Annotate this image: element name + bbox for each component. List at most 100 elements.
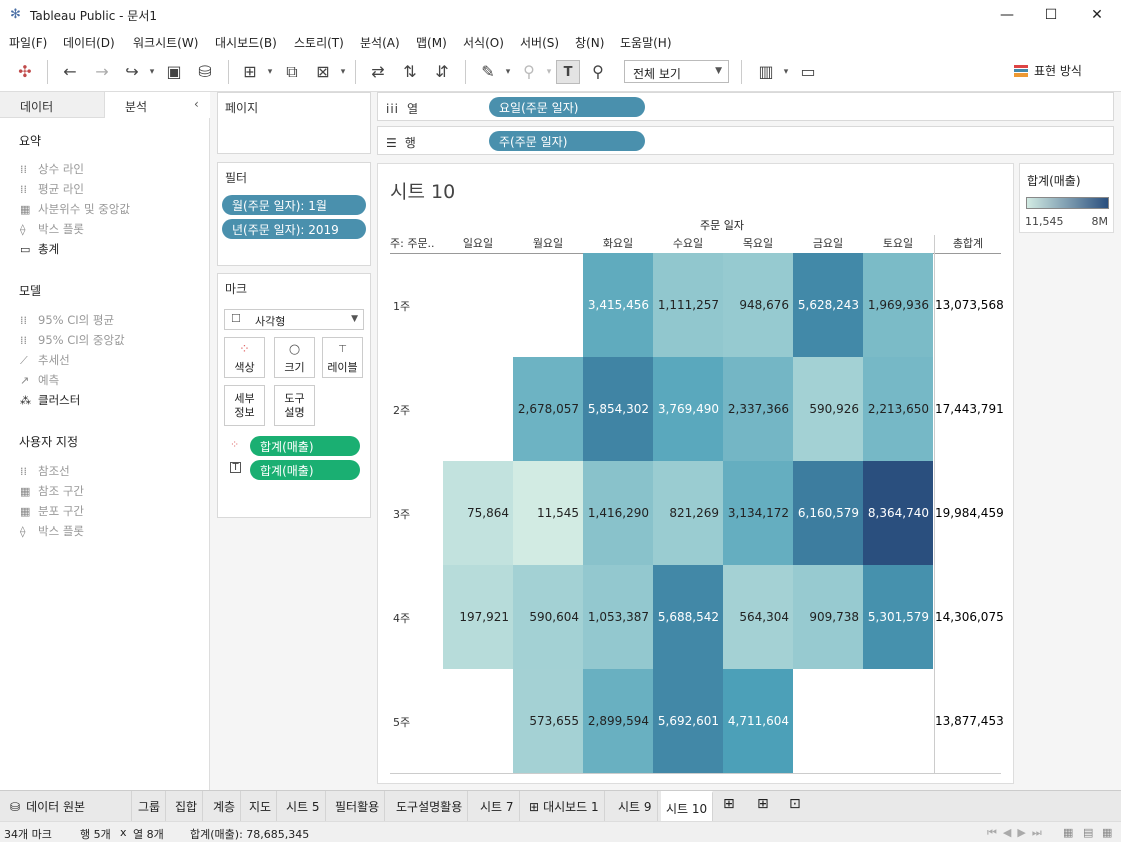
- heatmap-cell[interactable]: 1,416,290: [583, 461, 653, 565]
- column-header[interactable]: 금요일: [793, 235, 863, 253]
- tab-dashboard1[interactable]: ⊞ 대시보드 1: [524, 791, 605, 821]
- minimize-icon[interactable]: —: [984, 0, 1030, 30]
- sort-ascending-icon[interactable]: ⇅: [398, 60, 422, 84]
- new-datasource-icon[interactable]: ⛁: [193, 60, 217, 84]
- new-dashboard-tab-icon[interactable]: ⊞: [752, 791, 774, 821]
- analysis-item-median-ci[interactable]: ⁞⁞ 95% CI의 중앙값: [20, 332, 125, 348]
- heatmap-cell[interactable]: 5,692,601: [653, 669, 723, 773]
- menu-worksheet[interactable]: 워크시트(W): [133, 34, 198, 51]
- group-dropdown-icon[interactable]: ▾: [544, 60, 554, 84]
- analysis-item-reference-line[interactable]: ⁞⁞ 참조선: [20, 463, 70, 479]
- column-header[interactable]: 토요일: [863, 235, 933, 253]
- menu-analysis[interactable]: 분석(A): [360, 34, 400, 51]
- marks-size-button[interactable]: ○ 크기: [274, 337, 315, 378]
- pages-card[interactable]: 페이지: [217, 92, 371, 154]
- marks-color-button[interactable]: ⁘ 색상: [224, 337, 265, 378]
- fit-dropdown-icon[interactable]: ▾: [781, 60, 791, 84]
- heatmap-cell[interactable]: 2,337,366: [723, 357, 793, 461]
- row-total[interactable]: 13,073,568: [935, 253, 1004, 357]
- heatmap-cell[interactable]: 6,160,579: [793, 461, 863, 565]
- menu-window[interactable]: 창(N): [575, 34, 604, 51]
- grid-view-icon[interactable]: ▦: [1102, 826, 1112, 839]
- heatmap-cell[interactable]: 197,921: [443, 565, 513, 669]
- row-header-title[interactable]: 주: 주문..: [390, 235, 445, 253]
- tab-sheet7[interactable]: 시트 7: [475, 791, 520, 821]
- tableau-home-icon[interactable]: ✣: [13, 60, 37, 84]
- view-select[interactable]: 전체 보기 ▼: [624, 60, 729, 83]
- analysis-item-trend-line[interactable]: ⟋ 추세선: [20, 352, 70, 368]
- heatmap-cell[interactable]: 5,628,243: [793, 253, 863, 357]
- heatmap-cell[interactable]: 1,053,387: [583, 565, 653, 669]
- replay-dropdown-icon[interactable]: ▾: [147, 60, 157, 84]
- tab-set[interactable]: 집합: [170, 791, 204, 821]
- analysis-item-average-line[interactable]: ⁞⁞ 평균 라인: [20, 181, 84, 197]
- highlight-icon[interactable]: ✎: [476, 60, 500, 84]
- analysis-item-reference-band[interactable]: ▦ 참조 구간: [20, 483, 84, 499]
- menu-story[interactable]: 스토리(T): [294, 34, 344, 51]
- filter-pill-year[interactable]: 년(주문 일자): 2019: [222, 219, 366, 239]
- menu-format[interactable]: 서식(O): [463, 34, 504, 51]
- rows-pill-week[interactable]: 주(주문 일자): [489, 131, 645, 151]
- analysis-item-average-ci[interactable]: ⁞⁞ 95% CI의 평균: [20, 312, 114, 328]
- heatmap-cell[interactable]: 3,415,456: [583, 253, 653, 357]
- heatmap-cell[interactable]: 11,545: [513, 461, 583, 565]
- heatmap-cell[interactable]: 5,301,579: [863, 565, 933, 669]
- tab-sheet5[interactable]: 시트 5: [281, 791, 326, 821]
- marks-label-button[interactable]: ⊤ 레이블: [322, 337, 363, 378]
- heatmap-cell[interactable]: 2,678,057: [513, 357, 583, 461]
- filter-pill-month[interactable]: 월(주문 일자): 1월: [222, 195, 366, 215]
- column-header[interactable]: 화요일: [583, 235, 653, 253]
- analysis-item-forecast[interactable]: ↗ 예측: [20, 372, 59, 388]
- row-header[interactable]: 1주: [393, 298, 410, 314]
- tab-filter-usage[interactable]: 필터활용: [330, 791, 386, 821]
- filters-card[interactable]: 필터 월(주문 일자): 1월 년(주문 일자): 2019: [217, 162, 371, 266]
- label-pill-sales[interactable]: 합계(매출): [250, 460, 360, 480]
- analysis-item-box-plot[interactable]: ⟠ 박스 플롯: [20, 221, 84, 237]
- menu-help[interactable]: 도움말(H): [620, 34, 672, 51]
- row-header[interactable]: 2주: [393, 402, 410, 418]
- heatmap-cell[interactable]: 821,269: [653, 461, 723, 565]
- menu-data[interactable]: 데이터(D): [63, 34, 115, 51]
- clear-sheet-icon[interactable]: ⊠: [311, 60, 335, 84]
- maximize-icon[interactable]: ☐: [1028, 0, 1074, 30]
- new-worksheet-icon[interactable]: ⊞: [238, 60, 262, 84]
- replay-icon[interactable]: ↪: [120, 60, 144, 84]
- tab-navigation-icon[interactable]: ⏮◀▶⏭: [987, 826, 1048, 840]
- show-mark-labels-icon[interactable]: T: [556, 60, 580, 84]
- row-total[interactable]: 13,877,453: [935, 669, 1004, 773]
- presentation-mode-icon[interactable]: ▭: [796, 60, 820, 84]
- tab-hierarchy[interactable]: 계층: [208, 791, 242, 821]
- column-header[interactable]: 일요일: [443, 235, 513, 253]
- clear-dropdown-icon[interactable]: ▾: [338, 60, 348, 84]
- swap-rows-columns-icon[interactable]: ⇄: [366, 60, 390, 84]
- show-tabs-icon[interactable]: ▤: [1083, 826, 1093, 839]
- redo-icon[interactable]: →: [90, 60, 114, 84]
- new-story-tab-icon[interactable]: ⊡: [784, 791, 806, 821]
- heatmap-cell[interactable]: 3,769,490: [653, 357, 723, 461]
- heatmap-cell[interactable]: 8,364,740: [863, 461, 933, 565]
- analysis-item-totals[interactable]: ▭ 총계: [20, 241, 59, 257]
- heatmap-cell[interactable]: 2,899,594: [583, 669, 653, 773]
- collapse-pane-icon[interactable]: ‹: [194, 97, 199, 111]
- save-icon[interactable]: ▣: [162, 60, 186, 84]
- tab-datasource[interactable]: ⛁ 데이터 원본: [0, 791, 132, 821]
- marks-detail-button[interactable]: 세부 정보: [224, 385, 265, 426]
- fix-axes-icon[interactable]: ⚲: [586, 60, 610, 84]
- heatmap-cell[interactable]: 909,738: [793, 565, 863, 669]
- heatmap-cell[interactable]: 590,604: [513, 565, 583, 669]
- duplicate-sheet-icon[interactable]: ⧉: [280, 60, 304, 84]
- column-header[interactable]: 목요일: [723, 235, 793, 253]
- undo-icon[interactable]: ←: [58, 60, 82, 84]
- tab-map[interactable]: 지도: [244, 791, 278, 821]
- show-me-button[interactable]: 표현 방식: [1014, 62, 1082, 79]
- row-header[interactable]: 4주: [393, 610, 410, 626]
- row-total[interactable]: 17,443,791: [935, 357, 1004, 461]
- heatmap-cell[interactable]: 4,711,604: [723, 669, 793, 773]
- menu-server[interactable]: 서버(S): [520, 34, 559, 51]
- color-pill-sales[interactable]: 합계(매출): [250, 436, 360, 456]
- heatmap-cell[interactable]: 3,134,172: [723, 461, 793, 565]
- row-header[interactable]: 5주: [393, 714, 410, 730]
- row-total[interactable]: 14,306,075: [935, 565, 1004, 669]
- new-worksheet-tab-icon[interactable]: ⊞: [718, 791, 740, 821]
- film-strip-icon[interactable]: ▦: [1063, 826, 1073, 839]
